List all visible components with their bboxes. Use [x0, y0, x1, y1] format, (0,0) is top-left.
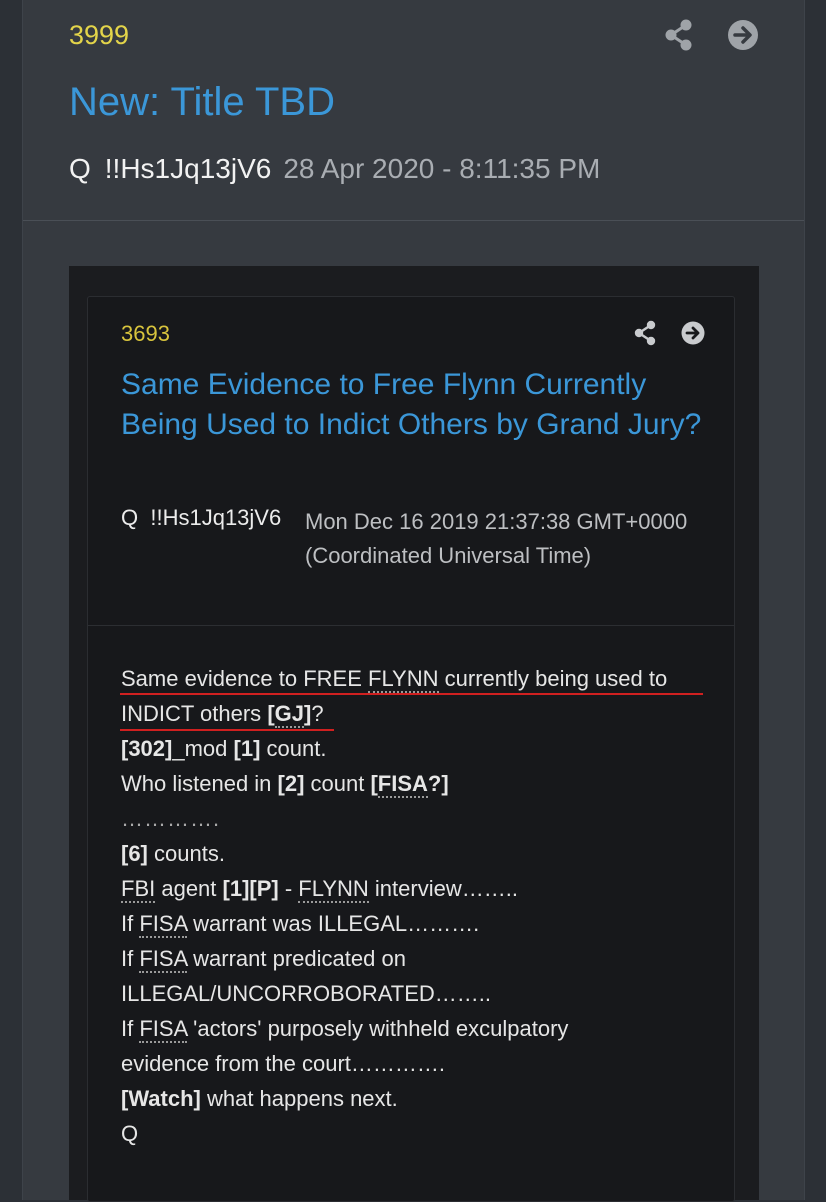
body-line: If FISA 'actors' purposely withheld excu… — [121, 1011, 721, 1046]
post-timestamp: 28 Apr 2020 - 8:11:35 PM — [283, 153, 601, 184]
quoted-post-header: 3693 Same Evidence to Free Flynn Current… — [88, 297, 734, 626]
text: [2] — [277, 771, 305, 796]
abbr[interactable]: FBI — [121, 876, 156, 903]
text: count — [304, 771, 371, 796]
bracket: ?] — [427, 771, 449, 796]
body-line: INDICT others [GJ]? — [121, 696, 721, 731]
text: [6] — [121, 841, 148, 866]
body-line: [6] counts. — [121, 836, 721, 871]
text: currently being used to — [438, 666, 668, 691]
arrow-right-circle-icon[interactable] — [726, 18, 760, 52]
text: If — [121, 1016, 140, 1041]
bracket: [ — [267, 701, 275, 726]
abbr[interactable]: FISA — [139, 1016, 188, 1043]
author-name: Q — [69, 153, 91, 184]
body-line: ILLEGAL/UNCORROBORATED…….. — [121, 981, 491, 1006]
quoted-post-author: Q !!Hs1Jq13jV6 — [121, 505, 281, 531]
body-line: [Watch] what happens next. — [121, 1081, 721, 1116]
text: interview…….. — [368, 876, 518, 901]
author-name: Q — [121, 505, 139, 530]
text: warrant was ILLEGAL………. — [187, 911, 480, 936]
abbr[interactable]: FISA — [139, 911, 188, 938]
quoted-post-timestamp: Mon Dec 16 2019 21:37:38 GMT+0000 (Coord… — [305, 509, 688, 568]
post-card: 3999 New: Title TBD Q !!Hs1Jq13jV6 28 Ap… — [22, 0, 805, 1202]
text: counts. — [147, 841, 225, 866]
body-line: …………. — [121, 806, 221, 831]
quoted-post-container: 3693 Same Evidence to Free Flynn Current… — [69, 266, 759, 1202]
post-title[interactable]: New: Title TBD — [69, 80, 335, 125]
text: [1] — [233, 736, 261, 761]
author-tripcode: !!Hs1Jq13jV6 — [104, 153, 272, 184]
text: If — [121, 911, 140, 936]
abbr[interactable]: FLYNN — [298, 876, 369, 903]
quoted-post-actions — [632, 320, 706, 346]
body-line: If FISA warrant predicated on — [121, 941, 721, 976]
body-line: Q — [121, 1121, 139, 1146]
text: [302] — [121, 736, 173, 761]
quoted-post-card: 3693 Same Evidence to Free Flynn Current… — [87, 296, 735, 1202]
text: ? — [311, 701, 324, 726]
abbr[interactable]: FISA — [139, 946, 188, 973]
text: warrant predicated on — [187, 946, 406, 971]
body-line: Same evidence to FREE FLYNN currently be… — [121, 661, 721, 696]
text: - — [278, 876, 299, 901]
text: If — [121, 946, 140, 971]
text: _mod — [172, 736, 234, 761]
share-icon[interactable] — [662, 18, 696, 52]
text: 'actors' purposely withheld exculpatory — [187, 1016, 569, 1041]
text: count. — [260, 736, 327, 761]
text: agent — [155, 876, 223, 901]
post-meta: Q !!Hs1Jq13jV6 28 Apr 2020 - 8:11:35 PM — [69, 153, 600, 185]
quoted-post-number[interactable]: 3693 — [121, 321, 170, 347]
text: Same evidence to FREE — [121, 666, 369, 691]
arrow-right-circle-icon[interactable] — [680, 320, 706, 346]
text: Who listened in — [121, 771, 278, 796]
quoted-post-title[interactable]: Same Evidence to Free Flynn Currently Be… — [121, 365, 711, 445]
body-line: evidence from the court…………. — [121, 1051, 446, 1076]
text: [1][P] — [222, 876, 279, 901]
author-tripcode: !!Hs1Jq13jV6 — [150, 505, 282, 530]
text: what happens next. — [200, 1086, 398, 1111]
share-icon[interactable] — [632, 320, 658, 346]
post-actions — [662, 18, 760, 52]
body-line: If FISA warrant was ILLEGAL………. — [121, 906, 721, 941]
text: [Watch] — [121, 1086, 201, 1111]
body-line: Who listened in [2] count [FISA?] — [121, 766, 721, 801]
abbr[interactable]: FISA — [377, 771, 428, 798]
red-underline — [120, 693, 703, 695]
text: INDICT others — [121, 701, 268, 726]
post-header: 3999 New: Title TBD Q !!Hs1Jq13jV6 28 Ap… — [23, 0, 804, 221]
quoted-post-body: Same evidence to FREE FLYNN currently be… — [120, 661, 721, 1151]
abbr[interactable]: GJ — [274, 701, 304, 728]
bracket: [ — [370, 771, 378, 796]
abbr[interactable]: FLYNN — [368, 666, 439, 693]
body-line: FBI agent [1][P] - FLYNN interview…….. — [121, 871, 721, 906]
red-underline — [120, 729, 334, 731]
post-number[interactable]: 3999 — [69, 20, 129, 51]
body-line: [302]_mod [1] count. — [121, 731, 721, 766]
